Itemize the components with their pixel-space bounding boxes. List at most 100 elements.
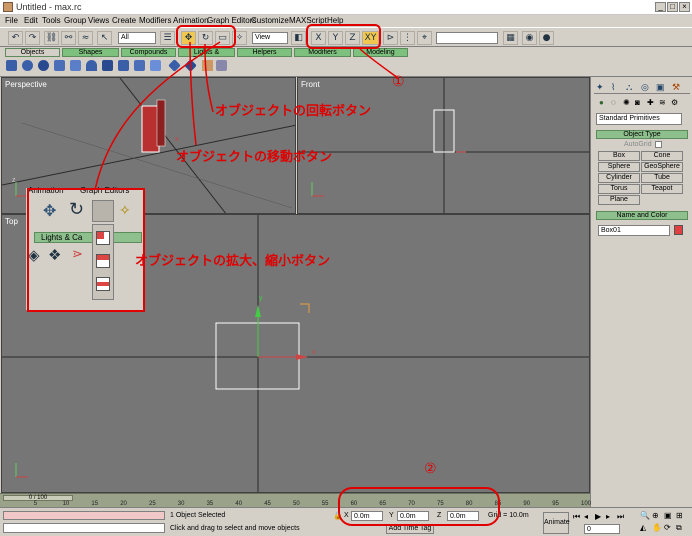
pan-icon[interactable]: ✋ (652, 523, 662, 532)
cylinder-button[interactable]: Cylinder (598, 173, 640, 183)
lights-icon[interactable]: ✺ (623, 98, 630, 107)
teapot-object-icon[interactable] (102, 60, 113, 71)
create-category-icons: ● ◌ ✺ ◙ ✚ ≋ ⚙ (599, 98, 687, 110)
sphere-button[interactable]: Sphere (598, 162, 640, 172)
torus-button[interactable]: Torus (598, 184, 640, 194)
zoom-all-icon[interactable]: ⊕ (652, 511, 659, 520)
redo-icon[interactable]: ↷ (25, 31, 40, 45)
close-button[interactable]: × (679, 2, 690, 12)
tube-object-icon[interactable] (70, 60, 81, 71)
cylinder-object-icon[interactable] (54, 60, 65, 71)
helpers-icon[interactable]: ✚ (647, 98, 654, 107)
plane-button[interactable]: Plane (598, 195, 640, 205)
animate-button[interactable]: Animate (543, 512, 570, 534)
render-scene-icon[interactable]: ◉ (522, 31, 537, 45)
object-name-field[interactable]: Box01 (598, 225, 670, 236)
tab-helpers[interactable]: Helpers (237, 48, 292, 57)
menu-views[interactable]: Views (88, 16, 109, 25)
selection-filter-dropdown[interactable]: All (118, 32, 156, 44)
field-of-view-icon[interactable]: ◭ (640, 523, 646, 532)
menu-tools[interactable]: Tools (42, 16, 61, 25)
unlink-icon[interactable]: ⚯ (61, 31, 76, 45)
mirror-icon[interactable]: ⊳ (383, 31, 398, 45)
arc-rotate-icon[interactable]: ⟳ (664, 523, 671, 532)
torus-object-icon[interactable] (118, 60, 129, 71)
go-to-start-icon[interactable]: ⏮ (573, 512, 580, 522)
quick-render-icon[interactable]: ● (539, 31, 554, 45)
maxscript-input-field[interactable] (3, 523, 165, 533)
previous-frame-icon[interactable]: ◂ (584, 512, 588, 521)
tube-button[interactable]: Tube (641, 173, 683, 183)
hedra-object-icon[interactable] (184, 59, 197, 72)
box-object-icon[interactable] (6, 60, 17, 71)
tab-compounds[interactable]: Compounds (121, 48, 176, 57)
primitive-type-dropdown[interactable]: Standard Primitives (596, 113, 682, 125)
material-editor-icon[interactable]: ▦ (503, 31, 518, 45)
geosphere-button[interactable]: GeoSphere (641, 162, 683, 172)
minimize-button[interactable]: _ (655, 2, 666, 12)
autogrid-checkbox[interactable] (655, 141, 662, 148)
shapes-icon[interactable]: ◌ (611, 98, 616, 107)
maxscript-listener-field[interactable] (3, 511, 165, 520)
time-slider-bar[interactable]: 0 / 100 5 10 15 20 25 30 35 40 45 50 55 60 65 70 75 80 8… (0, 493, 591, 507)
spacing-icon[interactable]: ⌖ (417, 31, 432, 45)
select-icon[interactable]: ↖ (97, 31, 112, 45)
cone-button[interactable]: Cone (641, 151, 683, 161)
next-frame-icon[interactable]: ▸ (606, 512, 610, 521)
plane-object-icon[interactable] (134, 60, 145, 71)
zoom-icon[interactable]: 🔍 (640, 511, 650, 520)
extra-object-icon[interactable] (216, 60, 227, 71)
modify-tab-icon[interactable]: ⌇ (611, 82, 615, 93)
tab-lights-cameras[interactable]: Lights & Cameras (178, 48, 235, 63)
box-button[interactable]: Box (598, 151, 640, 161)
menu-edit[interactable]: Edit (24, 16, 38, 25)
menu-customize[interactable]: Customize (251, 16, 289, 25)
menu-file[interactable]: File (5, 16, 18, 25)
tab-shapes[interactable]: Shapes (62, 48, 119, 57)
maximize-button[interactable]: □ (667, 2, 678, 12)
align-icon[interactable]: ⋮ (400, 31, 415, 45)
viewport-front[interactable]: Front (297, 77, 590, 214)
tab-objects[interactable]: Objects (5, 48, 60, 57)
select-by-name-icon[interactable]: ☰ (160, 31, 175, 45)
menu-create[interactable]: Create (112, 16, 136, 25)
teapot-button[interactable]: Teapot (641, 184, 683, 194)
menu-group[interactable]: Group (64, 16, 86, 25)
hierarchy-tab-icon[interactable]: ⛬ (626, 82, 632, 93)
sphere-object-icon[interactable] (22, 60, 33, 71)
menu-modifiers[interactable]: Modifiers (139, 16, 171, 25)
spacewarps-icon[interactable]: ≋ (659, 98, 666, 107)
utilities-tab-icon[interactable]: ⚒ (672, 82, 680, 93)
coordinates-highlight (338, 487, 500, 526)
grid-object-icon[interactable] (150, 60, 161, 71)
geosphere-object-icon[interactable] (38, 60, 49, 71)
zoom-extents-all-icon[interactable]: ⊞ (676, 511, 683, 520)
reference-coordinate-dropdown[interactable]: View (252, 32, 288, 44)
tab-modifiers[interactable]: Modifiers (294, 48, 351, 57)
bind-icon[interactable]: ≈ (78, 31, 93, 45)
maximize-viewport-icon[interactable]: ⧉ (676, 523, 682, 533)
play-icon[interactable]: ▶ (595, 512, 601, 521)
named-selection-dropdown[interactable] (436, 32, 498, 44)
display-tab-icon[interactable]: ▣ (656, 82, 665, 93)
object-color-swatch[interactable] (674, 225, 683, 235)
cone-object-icon[interactable] (86, 60, 97, 71)
diamond-object-icon[interactable] (168, 59, 181, 72)
spline-object-icon[interactable] (202, 60, 213, 71)
object-type-rollout[interactable]: Object Type (596, 130, 688, 139)
tab-modeling[interactable]: Modeling (353, 48, 408, 57)
create-tab-icon[interactable]: ✦ (596, 82, 604, 93)
zoom-extents-icon[interactable]: ▣ (664, 511, 672, 520)
name-and-color-rollout[interactable]: Name and Color (596, 211, 688, 220)
motion-tab-icon[interactable]: ◎ (641, 82, 649, 93)
go-to-end-icon[interactable]: ⏭ (617, 512, 624, 522)
undo-icon[interactable]: ↶ (8, 31, 23, 45)
menu-animation[interactable]: Animation (173, 16, 209, 25)
menu-graph-editors[interactable]: Graph Editors (207, 16, 256, 25)
current-frame-field[interactable]: 0 (584, 524, 620, 534)
pivot-icon[interactable]: ◧ (291, 31, 306, 45)
cameras-icon[interactable]: ◙ (635, 98, 640, 107)
geometry-icon[interactable]: ● (599, 98, 604, 107)
link-icon[interactable]: ⛓ (44, 31, 59, 45)
systems-icon[interactable]: ⚙ (671, 98, 678, 107)
